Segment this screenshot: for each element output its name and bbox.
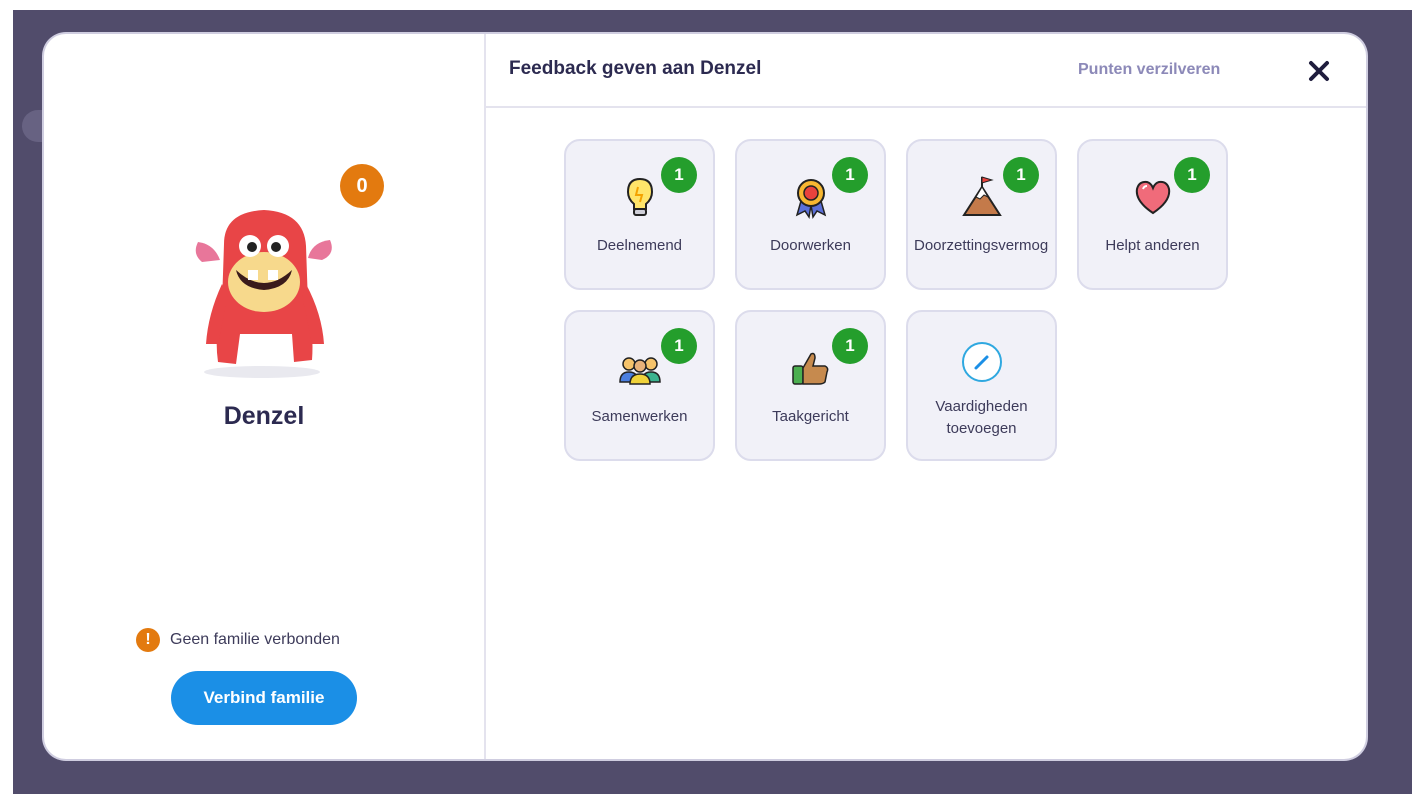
skill-count-badge: 1 bbox=[1003, 157, 1039, 193]
skill-count-badge: 1 bbox=[832, 157, 868, 193]
feedback-panel: Feedback geven aan Denzel Punten verzilv… bbox=[486, 34, 1366, 759]
close-icon bbox=[1309, 61, 1329, 81]
skill-card-doorwerken[interactable]: 1 Doorwerken bbox=[735, 139, 886, 290]
student-panel: 0 Denzel ! Geen familie verbonden Verbin… bbox=[44, 34, 486, 759]
skill-count-badge: 1 bbox=[661, 328, 697, 364]
heart-icon bbox=[1135, 180, 1170, 215]
skill-card-deelnemend[interactable]: 1 Deelnemend bbox=[564, 139, 715, 290]
skill-label: Doorzettingsvermogen bbox=[914, 237, 1049, 254]
skill-label: Deelnemend bbox=[596, 237, 683, 254]
monster-avatar-icon bbox=[195, 210, 332, 378]
skill-count-badge: 1 bbox=[1174, 157, 1210, 193]
pencil-circle-icon bbox=[961, 342, 1002, 382]
page-title: Feedback geven aan Denzel bbox=[509, 58, 762, 79]
skill-label: Doorwerken bbox=[770, 237, 851, 254]
family-status-text: Geen familie verbonden bbox=[170, 631, 340, 648]
family-status: ! Geen familie verbonden bbox=[136, 628, 340, 652]
lightbulb-icon bbox=[626, 177, 653, 216]
student-name: Denzel bbox=[223, 402, 305, 430]
medal-icon bbox=[795, 179, 826, 219]
skill-label: Helpt anderen bbox=[1105, 237, 1200, 254]
mountain-flag-icon bbox=[961, 176, 1002, 216]
panel-header: Feedback geven aan Denzel Punten verzilv… bbox=[486, 34, 1366, 108]
connect-family-button[interactable]: Verbind familie bbox=[171, 671, 357, 725]
skill-label: Taakgericht bbox=[772, 408, 849, 425]
skill-card-samenwerken[interactable]: 1 Samenwerken bbox=[564, 310, 715, 461]
skill-card-taakgericht[interactable]: 1 Taakgericht bbox=[735, 310, 886, 461]
skill-card-doorzettingsvermogen[interactable]: 1 Doorzettingsvermogen bbox=[906, 139, 1057, 290]
add-skills-card[interactable]: Vaardigheden toevoegen bbox=[906, 310, 1057, 461]
skill-count-badge: 1 bbox=[661, 157, 697, 193]
avatar bbox=[184, 184, 344, 384]
skill-card-helpt-anderen[interactable]: 1 Helpt anderen bbox=[1077, 139, 1228, 290]
warning-icon: ! bbox=[136, 628, 160, 652]
skill-count-badge: 1 bbox=[832, 328, 868, 364]
thumbs-up-icon bbox=[791, 352, 828, 385]
feedback-modal: 0 Denzel ! Geen familie verbonden Verbin… bbox=[44, 34, 1366, 759]
close-button[interactable] bbox=[1304, 56, 1334, 86]
redeem-points-link[interactable]: Punten verzilveren bbox=[1078, 61, 1220, 79]
people-icon bbox=[618, 357, 661, 385]
points-badge: 0 bbox=[340, 164, 384, 208]
skill-label: Samenwerken bbox=[591, 408, 688, 425]
skill-label: Vaardigheden toevoegen bbox=[935, 398, 1028, 437]
